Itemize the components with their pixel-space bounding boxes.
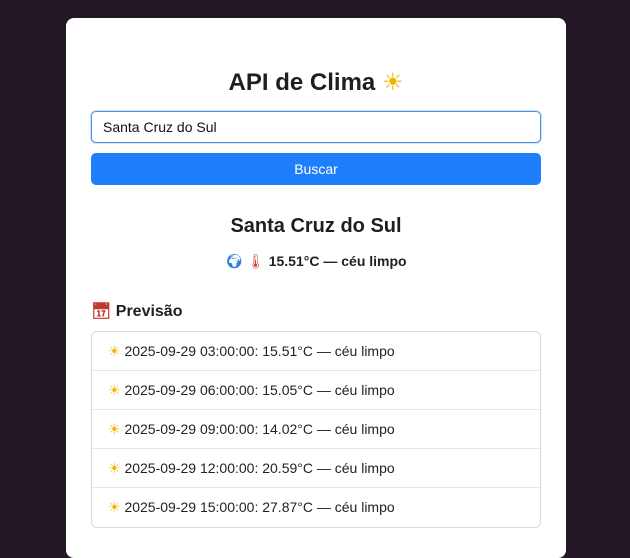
weather-card: API de Clima ☀ Buscar Santa Cruz do Sul … [66, 18, 566, 558]
current-description: céu limpo [341, 253, 407, 269]
thermometer-icon: 🌡 [247, 254, 265, 270]
sun-icon: ☀ [381, 68, 404, 96]
forecast-heading-text: Previsão [115, 303, 183, 320]
sun-icon: ☀ [108, 422, 121, 438]
current-weather: 🌍︎ 🌡 15.51°C — céu limpo [66, 252, 566, 271]
forecast-list: ☀ 2025-09-29 03:00:00: 15.51°C — céu lim… [91, 331, 541, 528]
forecast-item-text: 2025-09-29 06:00:00: 15.05°C — céu limpo [124, 382, 395, 398]
forecast-heading: 📅︎ Previsão [91, 301, 182, 322]
forecast-item: ☀ 2025-09-29 03:00:00: 15.51°C — céu lim… [92, 332, 540, 371]
calendar-icon: 📅︎ [91, 301, 112, 320]
page-title: API de Clima ☀ [66, 68, 566, 97]
city-search-input[interactable] [91, 111, 541, 143]
page-title-text: API de Clima [228, 69, 376, 96]
forecast-item: ☀ 2025-09-29 09:00:00: 14.02°C — céu lim… [92, 410, 540, 449]
forecast-item-text: 2025-09-29 15:00:00: 27.87°C — céu limpo [124, 499, 395, 515]
current-temperature: 15.51°C [268, 253, 320, 269]
search-button[interactable]: Buscar [91, 153, 541, 185]
sun-icon: ☀ [108, 344, 121, 360]
sun-icon: ☀ [108, 461, 121, 477]
sun-icon: ☀ [108, 500, 121, 516]
forecast-item: ☀ 2025-09-29 12:00:00: 20.59°C — céu lim… [92, 449, 540, 488]
globe-icon: 🌍︎ [225, 254, 244, 270]
forecast-item-text: 2025-09-29 09:00:00: 14.02°C — céu limpo [124, 421, 395, 437]
forecast-item: ☀ 2025-09-29 15:00:00: 27.87°C — céu lim… [92, 488, 540, 527]
forecast-item: ☀ 2025-09-29 06:00:00: 15.05°C — céu lim… [92, 371, 540, 410]
current-city-name: Santa Cruz do Sul [230, 215, 402, 237]
current-separator: — [323, 253, 338, 269]
sun-icon: ☀ [108, 383, 121, 399]
forecast-item-text: 2025-09-29 03:00:00: 15.51°C — céu limpo [124, 343, 395, 359]
forecast-item-text: 2025-09-29 12:00:00: 20.59°C — céu limpo [124, 460, 395, 476]
